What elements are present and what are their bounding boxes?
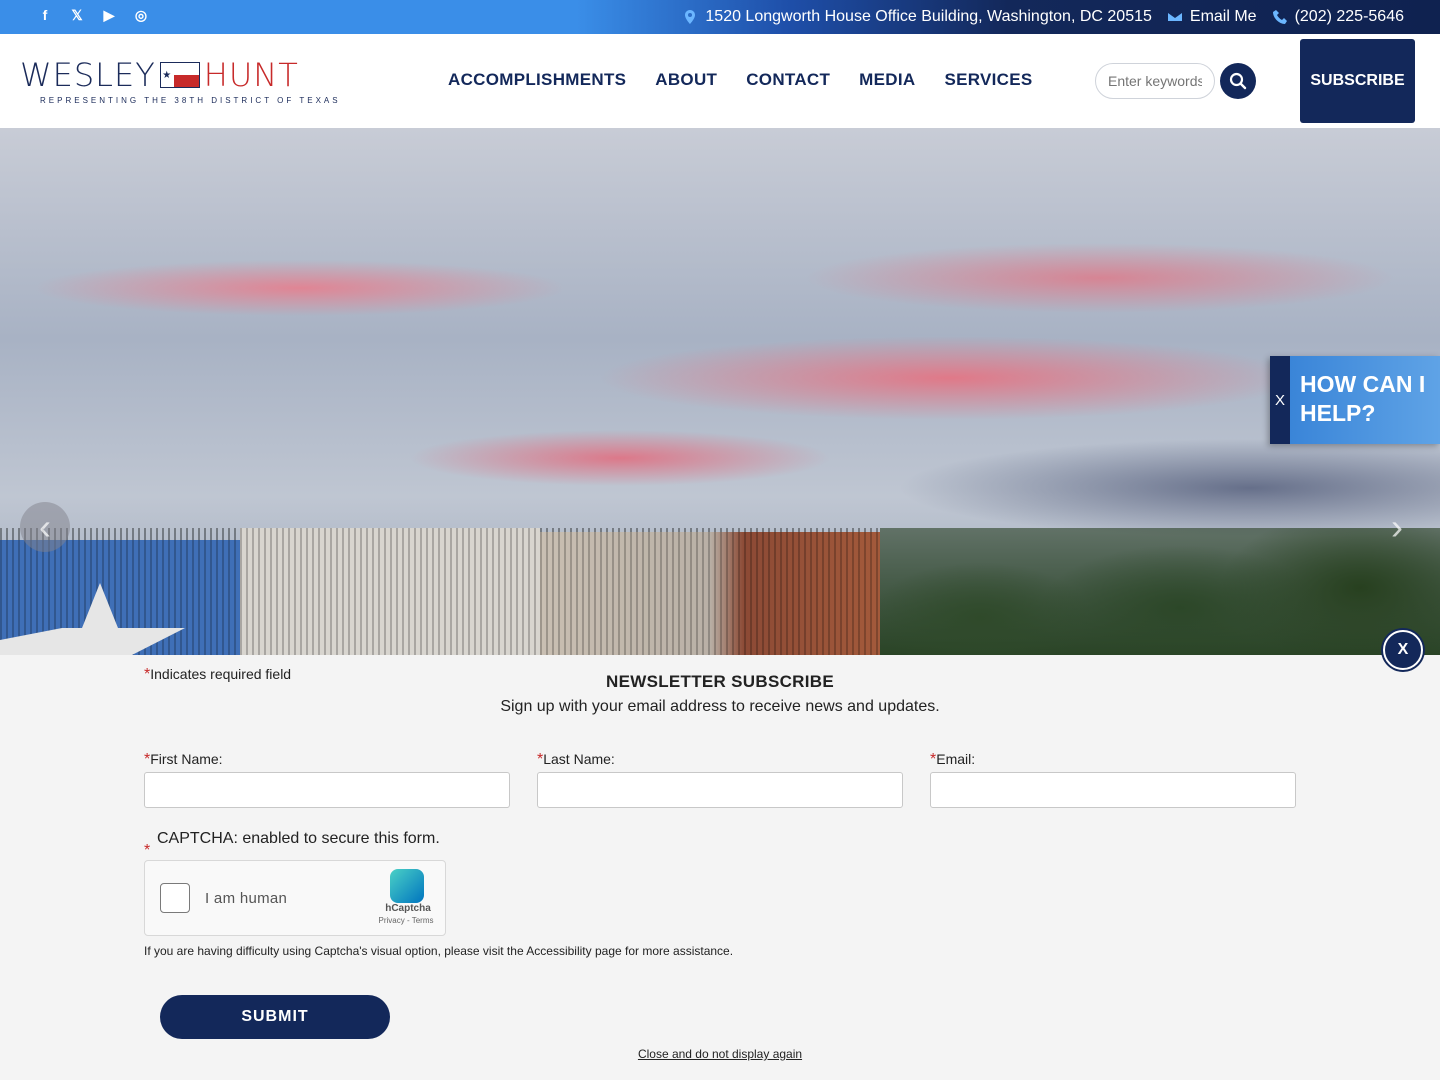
newsletter-subtitle: Sign up with your email address to recei… — [500, 698, 940, 715]
address-link[interactable]: 1520 Longworth House Office Building, Wa… — [683, 8, 1152, 26]
captcha-label: * CAPTCHA: enabled to secure this form. — [144, 830, 440, 859]
subscribe-button[interactable]: SUBSCRIBE — [1300, 39, 1415, 123]
facebook-icon[interactable]: f — [38, 6, 52, 24]
social-links: f 𝕏 ▶ ◎ — [38, 6, 148, 24]
close-do-not-display-link[interactable]: Close and do not display again — [0, 1047, 1440, 1061]
carousel-next-button[interactable]: › — [1372, 502, 1422, 552]
nav-services[interactable]: SERVICES — [944, 70, 1032, 90]
nav-contact[interactable]: CONTACT — [746, 70, 830, 90]
email-field[interactable] — [930, 772, 1296, 808]
hcaptcha-links[interactable]: Privacy - Terms — [373, 916, 439, 925]
nav-accomplishments[interactable]: ACCOMPLISHMENTS — [448, 70, 626, 90]
help-widget: X HOW CAN I HELP? — [1270, 356, 1440, 444]
instagram-icon[interactable]: ◎ — [134, 6, 148, 24]
texas-star-icon — [0, 583, 185, 655]
captcha-checkbox[interactable] — [160, 883, 190, 913]
search-field-wrap — [1095, 63, 1215, 99]
hero-carousel: ‹ › — [0, 128, 1440, 655]
site-header: WESLEY ★ HUNT REPRESENTING THE 38TH DIST… — [0, 34, 1440, 128]
accessibility-note: If you are having difficulty using Captc… — [144, 944, 734, 958]
logo-first-name: WESLEY — [20, 56, 156, 94]
phone-number: (202) 225-5646 — [1294, 8, 1404, 25]
envelope-icon — [1167, 13, 1182, 21]
email-link[interactable]: Email Me — [1167, 8, 1257, 26]
hero-barn-image — [0, 528, 880, 655]
search-button[interactable] — [1220, 63, 1256, 99]
search-input[interactable] — [1096, 64, 1214, 98]
logo-last-name: HUNT — [203, 56, 299, 94]
first-name-label: *First Name: — [144, 751, 223, 768]
first-name-field[interactable] — [144, 772, 510, 808]
x-twitter-icon[interactable]: 𝕏 — [70, 6, 84, 24]
nav-about[interactable]: ABOUT — [655, 70, 717, 90]
contact-info: 1520 Longworth House Office Building, Wa… — [683, 0, 1404, 34]
phone-link[interactable]: (202) 225-5646 — [1272, 8, 1404, 26]
phone-icon — [1272, 10, 1287, 24]
hcaptcha-widget: I am human hCaptcha Privacy - Terms — [144, 860, 446, 936]
email-label: *Email: — [930, 751, 976, 768]
search-icon — [1229, 72, 1247, 90]
site-logo[interactable]: WESLEY ★ HUNT REPRESENTING THE 38TH DIST… — [20, 56, 341, 108]
main-nav: ACCOMPLISHMENTS ABOUT CONTACT MEDIA SERV… — [448, 70, 1033, 90]
submit-button[interactable]: SUBMIT — [160, 995, 390, 1039]
hcaptcha-brand: hCaptcha — [385, 903, 431, 914]
map-pin-icon — [685, 10, 696, 24]
newsletter-title: NEWSLETTER SUBSCRIBE — [606, 672, 834, 691]
logo-tagline: REPRESENTING THE 38TH DISTRICT OF TEXAS — [40, 96, 341, 105]
hcaptcha-logo-icon — [390, 869, 424, 903]
captcha-checkbox-label: I am human — [205, 890, 288, 907]
carousel-prev-button[interactable]: ‹ — [20, 502, 70, 552]
newsletter-close-button[interactable]: X — [1383, 630, 1423, 670]
youtube-icon[interactable]: ▶ — [102, 6, 116, 24]
last-name-field[interactable] — [537, 772, 903, 808]
texas-flag-icon: ★ — [159, 62, 200, 88]
nav-media[interactable]: MEDIA — [859, 70, 915, 90]
address-text: 1520 Longworth House Office Building, Wa… — [705, 8, 1152, 25]
last-name-label: *Last Name: — [537, 751, 615, 768]
hero-trees — [880, 528, 1440, 655]
help-widget-button[interactable]: HOW CAN I HELP? — [1290, 356, 1440, 444]
email-label: Email Me — [1189, 8, 1257, 25]
help-widget-close-button[interactable]: X — [1270, 356, 1290, 444]
top-bar: f 𝕏 ▶ ◎ 1520 Longworth House Office Buil… — [0, 0, 1440, 34]
